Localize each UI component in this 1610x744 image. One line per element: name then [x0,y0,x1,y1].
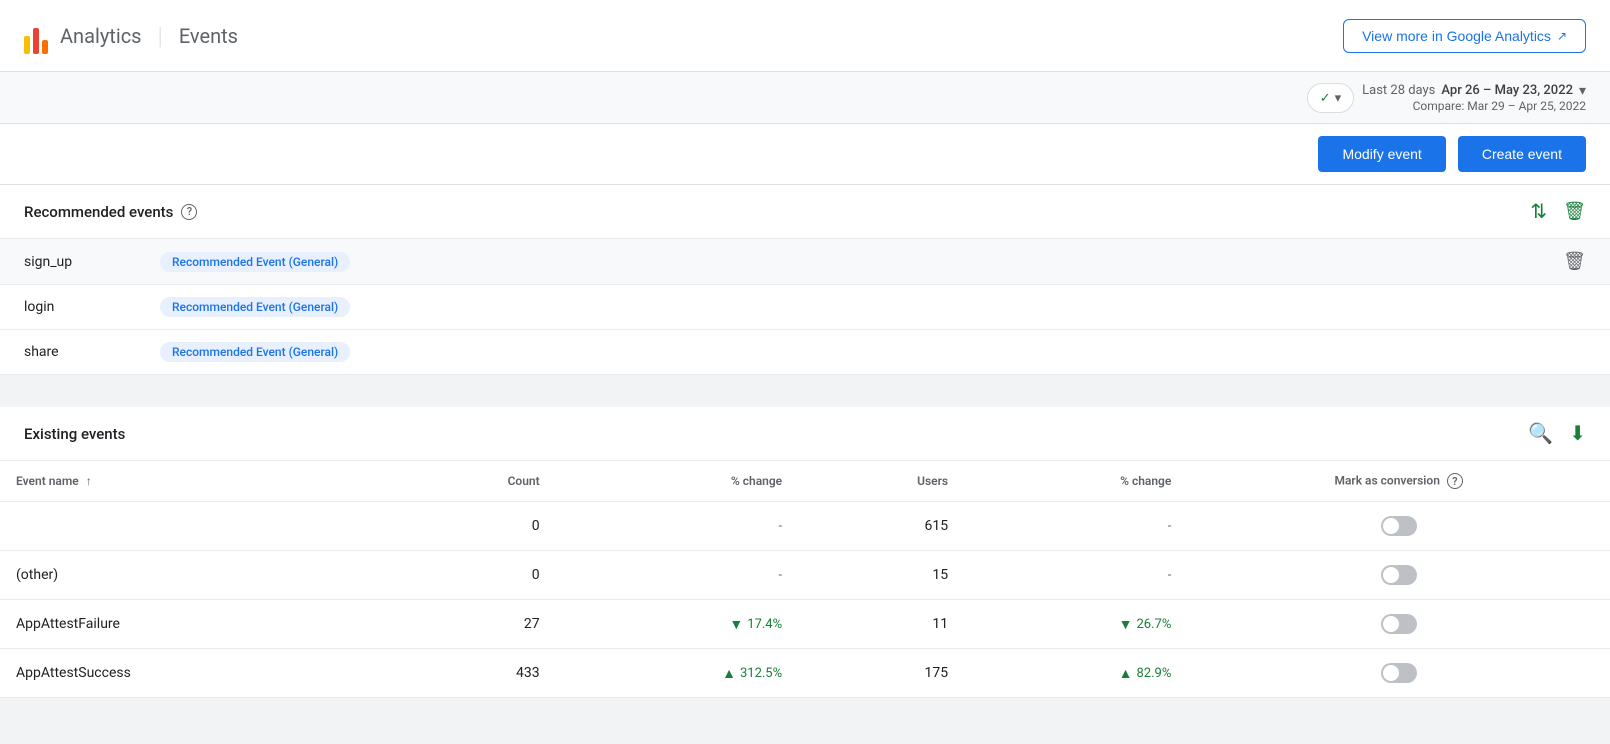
count-cell: 0 [387,551,556,600]
table-row: (other) 0 - 15 - [0,551,1610,600]
event-name-cell: (other) [0,551,387,600]
recommended-title: Recommended events ? [24,203,197,221]
users-change-cell: ▲ 82.9% [964,649,1187,698]
recommended-icons: ⇅ 🗑 [1530,199,1586,224]
recommended-sort-button[interactable]: ⇅ [1530,199,1547,224]
conversion-toggle-cell [1187,649,1610,698]
recommended-section: Recommended events ? ⇅ 🗑 sign_up Recomme… [0,185,1610,375]
sign-up-delete-button[interactable]: 🗑 [1563,251,1586,272]
action-row: Modify event Create event [0,124,1610,185]
event-name-cell: AppAttestFailure [0,600,387,649]
recommended-help-icon[interactable]: ? [181,204,197,220]
count-change-cell: - [556,551,799,600]
download-button[interactable]: ⬇ [1569,421,1586,446]
recommended-header: Recommended events ? ⇅ 🗑 [0,185,1610,239]
users-cell: 15 [798,551,964,600]
filter-check-icon: ✓ [1320,90,1331,106]
users-cell: 175 [798,649,964,698]
last-period-label: Last 28 days [1362,83,1435,98]
logo-bar-3 [42,40,48,54]
modify-event-button[interactable]: Modify event [1318,136,1445,172]
event-name-cell [0,502,387,551]
date-range-text: Apr 26 – May 23, 2022 [1441,83,1573,98]
logo-bar-1 [24,36,30,54]
conversion-toggle[interactable] [1381,663,1417,683]
users-trend-icon: ▼ [1119,616,1133,633]
page-name: Events [179,24,238,48]
view-more-button[interactable]: View more in Google Analytics ↗ [1343,19,1586,53]
filter-chevron-icon: ▾ [1335,90,1342,106]
count-cell: 433 [387,649,556,698]
logo-bar-2 [33,28,39,54]
col-count-change: % change [556,461,799,502]
search-button[interactable]: 🔍 [1528,421,1553,446]
header-divider: | [158,22,163,50]
date-range-info: Last 28 days Apr 26 – May 23, 2022 ▾ Com… [1362,82,1586,113]
event-name-sign-up: sign_up [24,254,144,270]
recommended-event-row: sign_up Recommended Event (General) 🗑 [0,239,1610,285]
col-mark-conversion: Mark as conversion ? [1187,461,1610,502]
recommended-event-row: login Recommended Event (General) [0,285,1610,330]
header-left: Analytics | Events [24,18,238,54]
col-users: Users [798,461,964,502]
count-cell: 27 [387,600,556,649]
view-more-label: View more in Google Analytics [1362,28,1551,44]
analytics-logo [24,18,48,54]
event-tag-sign-up: Recommended Event (General) [160,252,350,272]
users-change-value: 26.7% [1136,617,1171,632]
section-gap [0,375,1610,391]
sort-icon: ↑ [86,474,92,488]
table-row: 0 - 615 - [0,502,1610,551]
users-trend-icon: ▲ [1119,665,1133,682]
count-trend-icon: ▼ [729,616,743,633]
existing-title: Existing events [24,425,125,443]
create-event-button[interactable]: Create event [1458,136,1586,172]
events-table: Event name ↑ Count % change Users % chan… [0,461,1610,698]
conversion-toggle[interactable] [1381,516,1417,536]
date-bar: ✓ ▾ Last 28 days Apr 26 – May 23, 2022 ▾… [0,72,1610,124]
existing-header: Existing events 🔍 ⬇ [0,407,1610,461]
existing-icons: 🔍 ⬇ [1528,421,1586,446]
table-row: AppAttestSuccess 433 ▲ 312.5% 175 ▲ 82.9… [0,649,1610,698]
users-cell: 11 [798,600,964,649]
table-row: AppAttestFailure 27 ▼ 17.4% 11 ▼ 26.7% [0,600,1610,649]
conversion-toggle[interactable] [1381,565,1417,585]
event-tag-share: Recommended Event (General) [160,342,350,362]
conversion-toggle[interactable] [1381,614,1417,634]
users-change-value: 82.9% [1136,666,1171,681]
recommended-delete-button[interactable]: 🗑 [1563,201,1586,222]
conversion-toggle-cell [1187,551,1610,600]
users-cell: 615 [798,502,964,551]
count-change-value: 312.5% [740,666,782,681]
col-event-name: Event name ↑ [0,461,387,502]
date-range-dropdown[interactable]: ▾ [1579,82,1586,99]
app-name: Analytics [60,24,142,48]
users-change-cell: - [964,502,1187,551]
conversion-help-icon[interactable]: ? [1447,473,1463,489]
conversion-toggle-cell [1187,600,1610,649]
count-change-cell: - [556,502,799,551]
count-cell: 0 [387,502,556,551]
recommended-event-row: share Recommended Event (General) [0,330,1610,375]
event-name-cell: AppAttestSuccess [0,649,387,698]
col-users-change: % change [964,461,1187,502]
event-name-share: share [24,344,144,360]
filter-button[interactable]: ✓ ▾ [1307,83,1354,113]
count-change-cell: ▼ 17.4% [556,600,799,649]
compare-text: Compare: Mar 29 – Apr 25, 2022 [1362,99,1586,113]
conversion-toggle-cell [1187,502,1610,551]
count-change-value: 17.4% [747,617,782,632]
users-change-cell: ▼ 26.7% [964,600,1187,649]
event-tag-login: Recommended Event (General) [160,297,350,317]
app-header: Analytics | Events View more in Google A… [0,0,1610,72]
users-change-cell: - [964,551,1187,600]
existing-section: Existing events 🔍 ⬇ Event name ↑ Count %… [0,407,1610,698]
event-name-login: login [24,299,144,315]
count-trend-icon: ▲ [722,665,736,682]
count-change-cell: ▲ 312.5% [556,649,799,698]
table-header-row: Event name ↑ Count % change Users % chan… [0,461,1610,502]
col-count: Count [387,461,556,502]
external-link-icon: ↗ [1557,29,1567,43]
